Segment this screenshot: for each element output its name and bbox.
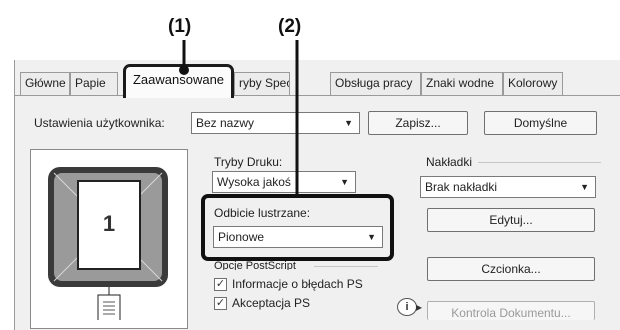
- callout-1-dot: [179, 65, 189, 75]
- callout-leader-lines: [179, 40, 299, 196]
